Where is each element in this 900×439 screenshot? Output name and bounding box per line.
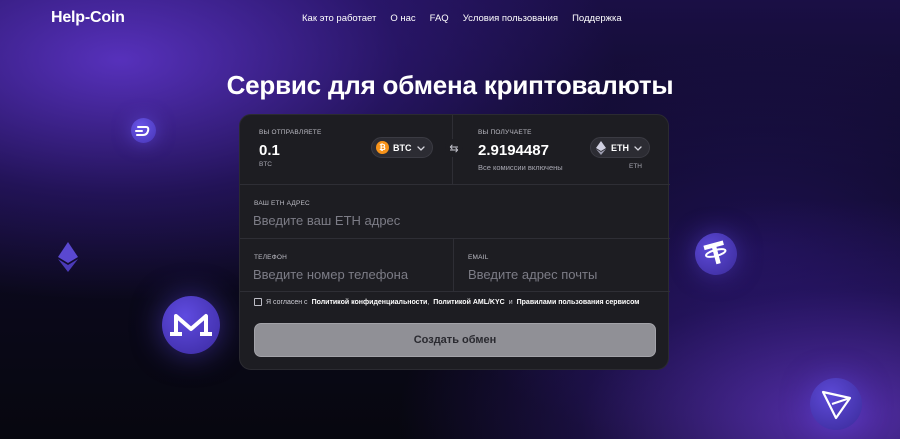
agreement-checkbox[interactable] [254,298,262,306]
swap-arrows-icon[interactable]: ⇆ [445,139,463,157]
phone-input[interactable] [253,265,448,283]
agreement-and: и [508,298,513,306]
tether-coin-icon [690,228,742,280]
site-header: Help-Coin Как это работает О нас FAQ Усл… [0,0,900,38]
send-panel[interactable]: ВЫ ОТПРАВЛЯЕТЕ 0.1 BTC ₿ BTC [240,115,453,185]
email-field: EMAIL [454,239,670,292]
eth-address-input[interactable] [253,211,653,229]
chevron-down-icon [634,145,642,151]
receive-label: ВЫ ПОЛУЧАЕТЕ [478,129,532,136]
email-label: EMAIL [468,254,489,261]
phone-field: ТЕЛЕФОН [240,239,454,292]
agreement-prefix: Я согласен с [266,298,308,306]
nav-link-about[interactable]: О нас [390,13,415,24]
nav-link-terms[interactable]: Условия пользования [463,13,558,24]
send-label: ВЫ ОТПРАВЛЯЕТЕ [259,129,322,136]
fees-note: Все комиссии включены [478,163,563,172]
receive-amount: 2.9194487 [478,142,549,159]
exchange-card: ВЫ ОТПРАВЛЯЕТЕ 0.1 BTC ₿ BTC ВЫ ПОЛУЧАЕТ… [239,114,670,370]
nav-link-how-it-works[interactable]: Как это работает [302,13,376,24]
send-currency-code: BTC [393,142,412,153]
main-nav: Как это работает О нас FAQ Условия польз… [302,13,622,24]
aml-kyc-link[interactable]: Политикой AML/KYC [433,299,504,306]
email-input[interactable] [468,265,663,283]
hero-title: Сервис для обмена криптовалюты [226,70,674,100]
address-field-row: ВАШ ETH АДРЕС [240,185,670,239]
send-unit: BTC [259,161,272,168]
contact-field-row: ТЕЛЕФОН EMAIL [240,239,670,292]
exchange-pair-row: ВЫ ОТПРАВЛЯЕТЕ 0.1 BTC ₿ BTC ВЫ ПОЛУЧАЕТ… [240,115,670,185]
dash-coin-icon [131,118,156,143]
send-currency-select[interactable]: ₿ BTC [371,137,433,158]
chevron-down-icon [416,145,425,151]
receive-unit: ETH [629,163,642,170]
phone-label: ТЕЛЕФОН [254,254,287,261]
receive-currency-code: ETH [611,142,629,153]
tron-coin-icon [810,378,862,430]
service-rules-link[interactable]: Правилами пользования сервисом [517,299,640,306]
nav-link-support[interactable]: Поддержка [572,13,622,24]
privacy-policy-link[interactable]: Политикой конфиденциальности [312,299,428,306]
receive-panel[interactable]: ВЫ ПОЛУЧАЕТЕ 2.9194487 Все комиссии вклю… [453,115,670,185]
agreement-row: Я согласен с Политикой конфиденциальност… [254,298,639,306]
site-logo[interactable]: Help-Coin [51,9,125,27]
ethereum-icon [596,140,606,155]
agreement-separator: , [427,298,430,306]
nav-link-faq[interactable]: FAQ [430,13,449,24]
create-exchange-button[interactable]: Создать обмен [254,323,656,357]
monero-coin-icon [162,296,220,354]
receive-currency-select[interactable]: ETH [590,137,650,158]
ethereum-deco-icon [58,242,78,277]
send-amount[interactable]: 0.1 [259,142,280,159]
bitcoin-icon: ₿ [376,141,389,154]
address-label: ВАШ ETH АДРЕС [254,200,310,207]
